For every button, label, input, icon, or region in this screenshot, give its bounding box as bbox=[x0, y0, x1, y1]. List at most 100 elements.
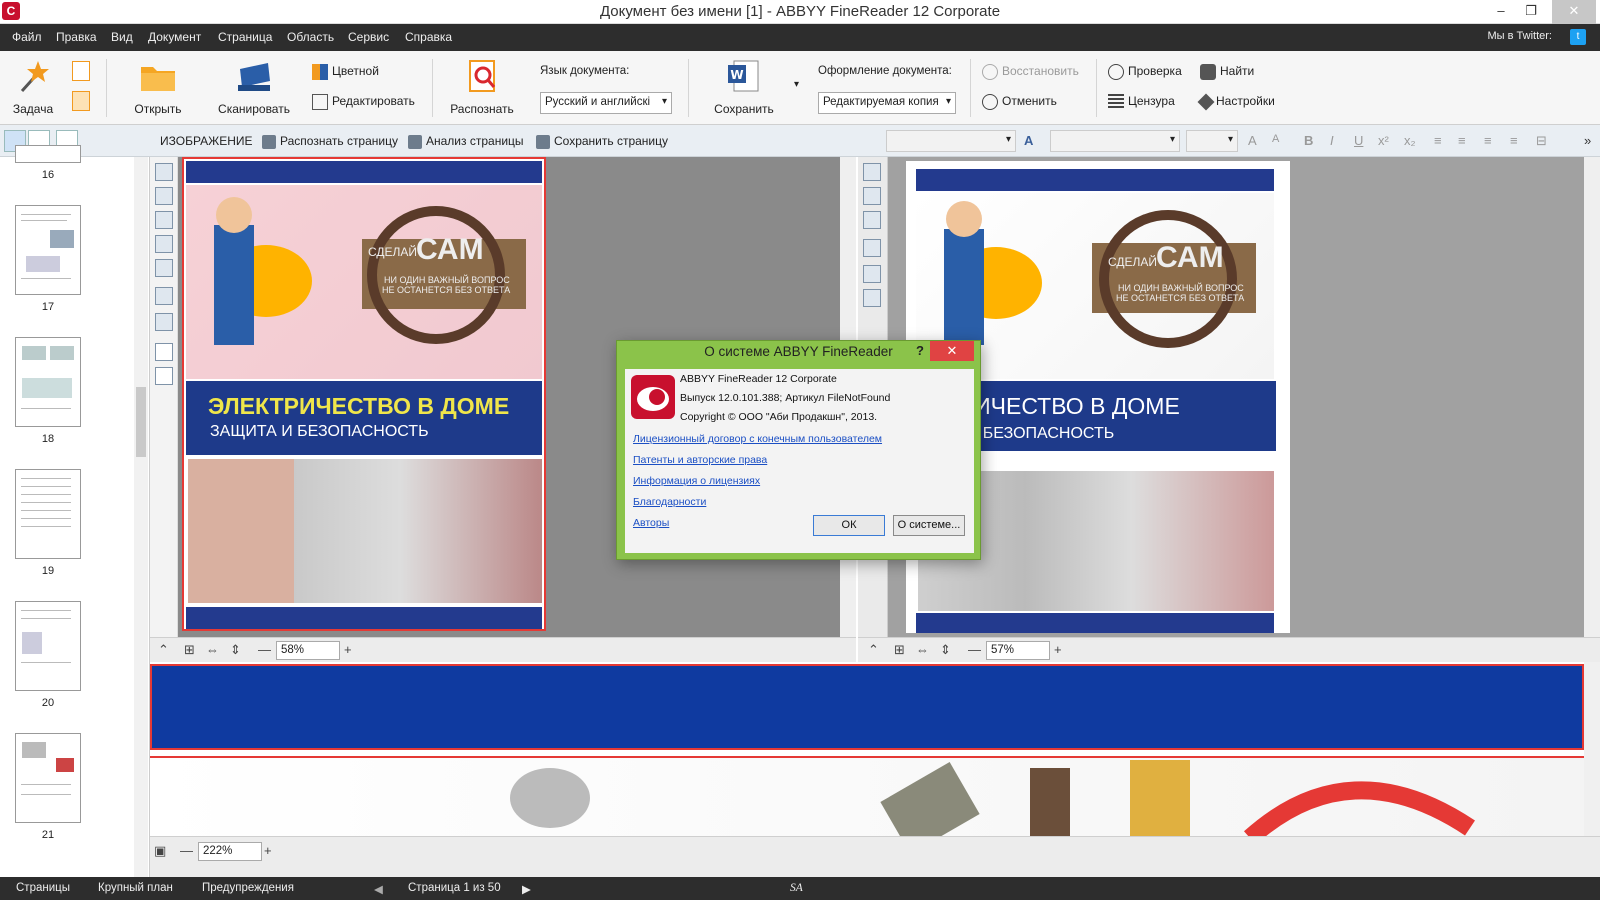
pages-scrollbar[interactable] bbox=[134, 157, 148, 877]
grow-font-icon[interactable]: A bbox=[1248, 133, 1257, 148]
align-left-icon[interactable]: ≡ bbox=[1434, 133, 1442, 148]
recognize-page-button[interactable]: Распознать страницу bbox=[262, 134, 398, 149]
zoom-in-icon[interactable]: + bbox=[344, 642, 352, 657]
text-tool-icon[interactable] bbox=[863, 187, 881, 205]
eula-link[interactable]: Лицензионный договор с конечным пользова… bbox=[633, 433, 882, 445]
fit-page-icon[interactable]: ⊞ bbox=[184, 642, 195, 658]
closeup-pane[interactable] bbox=[150, 662, 1584, 836]
closeup-tab[interactable]: Крупный план bbox=[98, 882, 173, 894]
menu-page[interactable]: Страница bbox=[218, 30, 272, 44]
check-button[interactable]: Проверка bbox=[1108, 64, 1182, 80]
menu-edit[interactable]: Правка bbox=[56, 30, 97, 44]
justify-icon[interactable]: ≡ bbox=[1510, 133, 1518, 148]
fit-height-icon[interactable]: ⇕ bbox=[230, 642, 241, 658]
undo-button[interactable]: Отменить bbox=[982, 94, 1057, 110]
closeup-settings-icon[interactable]: ▣ bbox=[154, 843, 166, 859]
text-zoom-select[interactable]: 57% bbox=[986, 641, 1050, 660]
shrink-font-icon[interactable]: A bbox=[1272, 133, 1279, 145]
menu-file[interactable]: Файл bbox=[12, 30, 42, 44]
page-thumbnail[interactable] bbox=[15, 733, 81, 823]
text-pane[interactable]: СДЕЛАЙ САМ НИ ОДИН ВАЖНЫЙ ВОПРОС НЕ ОСТА… bbox=[888, 157, 1600, 637]
underline-icon[interactable]: U bbox=[1354, 133, 1363, 148]
pointer-icon[interactable] bbox=[155, 343, 173, 361]
about-system-button[interactable]: О системе... bbox=[893, 515, 965, 536]
save-button[interactable]: W Сохранить bbox=[712, 59, 776, 116]
warnings-tab[interactable]: Предупреждения bbox=[202, 882, 294, 894]
delete-area-tool-icon[interactable] bbox=[155, 287, 173, 305]
more-icon[interactable]: » bbox=[1584, 133, 1591, 148]
italic-icon[interactable]: I bbox=[1330, 133, 1334, 148]
zoom-out-icon[interactable]: — bbox=[258, 642, 271, 657]
closeup-zoom-select[interactable]: 222% bbox=[198, 842, 262, 861]
close-button[interactable]: ✕ bbox=[1552, 0, 1596, 24]
bg-picture-tool-icon[interactable] bbox=[155, 211, 173, 229]
recognize-button[interactable]: Распознать bbox=[446, 59, 518, 116]
task-button[interactable]: Задача bbox=[10, 59, 56, 116]
censor-button[interactable]: Цензура bbox=[1108, 94, 1175, 110]
license-info-link[interactable]: Информация о лицензиях bbox=[633, 475, 760, 487]
collapse-icon[interactable]: ⌃ bbox=[158, 642, 169, 658]
doc-format-select[interactable]: Редактируемая копия ▾ bbox=[818, 92, 956, 114]
text-tool-icon[interactable] bbox=[863, 239, 881, 257]
open-button[interactable]: Открыть bbox=[128, 59, 188, 116]
table-area-tool-icon[interactable] bbox=[155, 235, 173, 253]
open-image-icon[interactable] bbox=[72, 91, 90, 111]
font-select[interactable]: ▾ bbox=[1050, 130, 1180, 152]
dialog-close-button[interactable]: ✕ bbox=[930, 341, 974, 361]
twitter-icon[interactable]: t bbox=[1570, 29, 1586, 45]
scan-button[interactable]: Сканировать bbox=[216, 59, 292, 116]
zoom-out-icon[interactable]: — bbox=[180, 843, 193, 858]
menu-document[interactable]: Документ bbox=[148, 30, 201, 44]
menu-view[interactable]: Вид bbox=[111, 30, 133, 44]
menu-area[interactable]: Область bbox=[287, 30, 334, 44]
text-tool-icon[interactable] bbox=[863, 289, 881, 307]
authors-link[interactable]: Авторы bbox=[633, 517, 669, 529]
analyze-page-button[interactable]: Анализ страницы bbox=[408, 134, 524, 149]
ok-button[interactable]: ОК bbox=[813, 515, 885, 536]
settings-button[interactable]: Настройки bbox=[1197, 93, 1275, 111]
doc-language-select[interactable]: Русский и английскі ▾ bbox=[540, 92, 672, 114]
bold-icon[interactable]: B bbox=[1304, 133, 1313, 148]
font-size-select[interactable]: ▾ bbox=[1186, 130, 1238, 152]
page-thumbnail[interactable] bbox=[15, 469, 81, 559]
page-thumbnail[interactable] bbox=[15, 601, 81, 691]
zoom-in-icon[interactable]: + bbox=[1054, 642, 1062, 657]
save-page-button[interactable]: Сохранить страницу bbox=[536, 134, 668, 149]
menu-help[interactable]: Справка bbox=[405, 30, 452, 44]
align-center-icon[interactable]: ≡ bbox=[1458, 133, 1466, 148]
save-dropdown-icon[interactable]: ▾ bbox=[794, 79, 799, 90]
superscript-icon[interactable]: x² bbox=[1378, 133, 1389, 148]
select-area-tool-icon[interactable] bbox=[155, 259, 173, 277]
hand-icon[interactable] bbox=[155, 367, 173, 385]
table-align-icon[interactable]: ⊟ bbox=[1536, 133, 1547, 149]
text-area-tool-icon[interactable] bbox=[155, 163, 173, 181]
new-document-icon[interactable] bbox=[72, 61, 90, 81]
scroll-thumb[interactable] bbox=[136, 387, 146, 457]
collapse-icon[interactable]: ⌃ bbox=[868, 642, 879, 658]
text-tool-icon[interactable] bbox=[863, 163, 881, 181]
page-thumbnail[interactable] bbox=[15, 205, 81, 295]
next-page-icon[interactable]: ▶ bbox=[522, 882, 531, 896]
zoom-in-icon[interactable]: + bbox=[264, 843, 272, 858]
menu-service[interactable]: Сервис bbox=[348, 30, 389, 44]
fit-width-icon[interactable]: ⇔ bbox=[206, 642, 219, 657]
find-button[interactable]: Найти bbox=[1200, 64, 1254, 80]
color-button[interactable]: Цветной bbox=[312, 64, 379, 80]
pages-tab[interactable]: Страницы bbox=[16, 882, 70, 894]
restore-button[interactable]: ❐ bbox=[1516, 0, 1546, 24]
fit-page-icon[interactable]: ⊞ bbox=[894, 642, 905, 658]
style-select[interactable]: ▾ bbox=[886, 130, 1016, 152]
subscript-icon[interactable]: x₂ bbox=[1404, 133, 1416, 148]
image-zoom-select[interactable]: 58% bbox=[276, 641, 340, 660]
text-tool-icon[interactable] bbox=[863, 211, 881, 229]
picture-area-tool-icon[interactable] bbox=[155, 187, 173, 205]
text-tool-icon[interactable] bbox=[863, 265, 881, 283]
reorder-tool-icon[interactable] bbox=[155, 313, 173, 331]
prev-page-icon[interactable]: ◀ bbox=[374, 882, 383, 896]
fit-width-icon[interactable]: ⇔ bbox=[916, 642, 929, 657]
page-thumbnail[interactable] bbox=[15, 337, 81, 427]
zoom-out-icon[interactable]: — bbox=[968, 642, 981, 657]
closeup-scrollbar[interactable] bbox=[1584, 662, 1600, 836]
align-right-icon[interactable]: ≡ bbox=[1484, 133, 1492, 148]
fit-height-icon[interactable]: ⇕ bbox=[940, 642, 951, 658]
